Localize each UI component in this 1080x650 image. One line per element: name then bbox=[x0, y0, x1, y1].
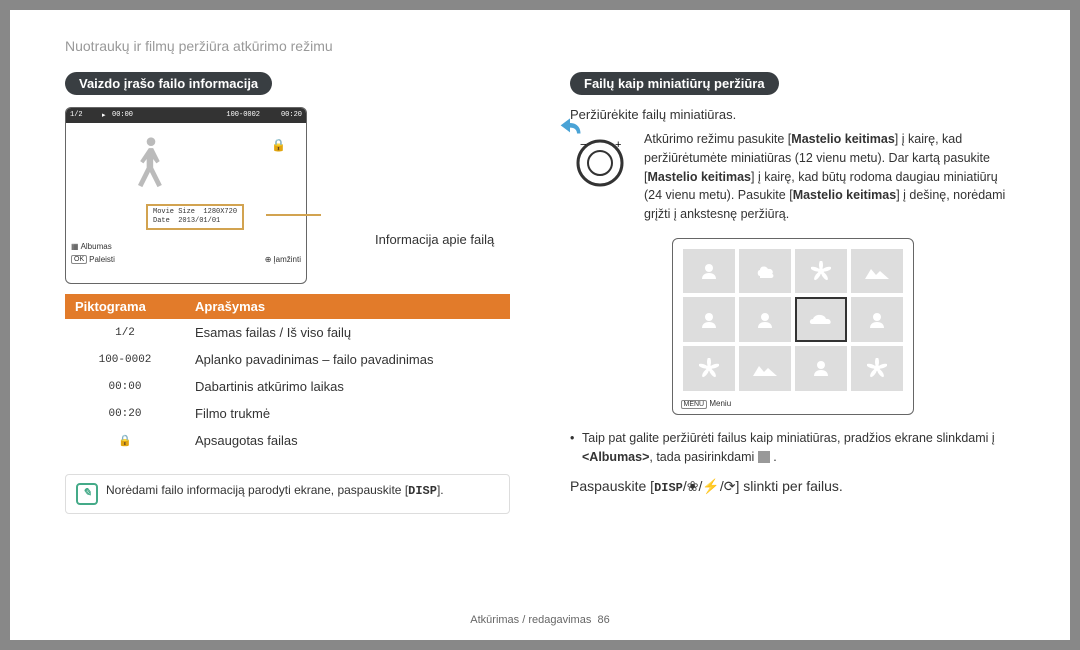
thumbnail[interactable] bbox=[739, 346, 791, 391]
thumbnail[interactable] bbox=[795, 346, 847, 391]
intro-text: Peržiūrėkite failų miniatiūras. bbox=[570, 107, 1015, 122]
scroll-instruction: Paspauskite [DISP/❀/⚡/⟳] slinkti per fai… bbox=[570, 478, 1015, 495]
icon-description-table: PiktogramaAprašymas 1/2Esamas failas / I… bbox=[65, 294, 510, 454]
thumbnail-selected[interactable] bbox=[795, 297, 847, 342]
zoom-icon: ⊕ bbox=[265, 255, 272, 264]
macro-icon: ❀ bbox=[687, 478, 699, 494]
table-header-icon: Piktograma bbox=[65, 294, 185, 319]
thumbnail-grid-screen: MENU Meniu bbox=[672, 238, 914, 415]
duration: 00:20 bbox=[281, 111, 302, 119]
menu-label: Meniu bbox=[709, 399, 731, 408]
grey-square-icon bbox=[758, 451, 770, 463]
callout-caption: Informacija apie failą bbox=[375, 232, 494, 247]
thumbnail[interactable] bbox=[683, 249, 735, 294]
left-column: Vaizdo įrašo failo informacija 1/2 ▸ 00:… bbox=[65, 72, 510, 514]
album-label: Albumas bbox=[81, 242, 112, 251]
dial-instruction: Atkūrimo režimu pasukite [Mastelio keiti… bbox=[644, 130, 1015, 224]
table-row: 00:20Filmo trukmė bbox=[65, 400, 510, 427]
table-row: 100-0002Aplanko pavadinimas – failo pava… bbox=[65, 346, 510, 373]
thumbnail[interactable] bbox=[795, 249, 847, 294]
folder-file-name: 100-0002 bbox=[226, 111, 260, 119]
thumbnail[interactable] bbox=[851, 249, 903, 294]
play-label: Paleisti bbox=[89, 255, 115, 264]
section-pill-video-info: Vaizdo įrašo failo informacija bbox=[65, 72, 272, 95]
playback-time: 00:00 bbox=[112, 111, 133, 119]
thumbnail[interactable] bbox=[683, 346, 735, 391]
rotate-arrow-icon bbox=[556, 116, 584, 144]
file-counter: 1/2 bbox=[70, 111, 83, 119]
thumbnail[interactable] bbox=[739, 249, 791, 294]
callout-line bbox=[266, 214, 321, 216]
menu-button[interactable]: MENU bbox=[681, 400, 708, 409]
right-column: Failų kaip miniatiūrų peržiūra Peržiūrėk… bbox=[570, 72, 1015, 514]
thumbnail[interactable] bbox=[739, 297, 791, 342]
file-info-overlay: Movie Size 1280X720 Date 2013/01/01 bbox=[146, 204, 244, 230]
table-header-desc: Aprašymas bbox=[185, 294, 510, 319]
info-note: ✎ Norėdami failo informaciją parodyti ek… bbox=[65, 474, 510, 514]
zoom-dial-icon: −+ bbox=[570, 130, 630, 190]
album-icon: ▦ bbox=[71, 242, 79, 251]
tip-bullet: Taip pat galite peržiūrėti failus kaip m… bbox=[570, 429, 1015, 467]
dancer-silhouette-icon bbox=[126, 133, 176, 198]
lock-icon: 🔒 bbox=[271, 138, 286, 152]
thumbnail[interactable] bbox=[851, 346, 903, 391]
zoom-label: Įamžinti bbox=[273, 255, 301, 264]
table-row: 🔒Apsaugotas failas bbox=[65, 427, 510, 454]
thumbnail[interactable] bbox=[683, 297, 735, 342]
thumbnail[interactable] bbox=[851, 297, 903, 342]
manual-page: Nuotraukų ir filmų peržiūra atkūrimo rež… bbox=[10, 10, 1070, 640]
disp-button: DISP bbox=[408, 484, 437, 498]
camera-screen-preview: 1/2 ▸ 00:00 100-0002 00:20 🔒 Movie Size … bbox=[65, 107, 307, 284]
disp-button: DISP bbox=[654, 481, 683, 495]
timer-icon: ⟳ bbox=[724, 478, 736, 494]
info-note-icon: ✎ bbox=[76, 483, 98, 505]
ok-button[interactable]: OK bbox=[71, 255, 87, 264]
page-footer: Atkūrimas / redagavimas 86 bbox=[10, 614, 1070, 626]
table-row: 00:00Dabartinis atkūrimo laikas bbox=[65, 373, 510, 400]
page-number: 86 bbox=[597, 614, 609, 626]
flash-icon: ⚡ bbox=[702, 478, 719, 494]
section-pill-thumbnails: Failų kaip miniatiūrų peržiūra bbox=[570, 72, 779, 95]
breadcrumb: Nuotraukų ir filmų peržiūra atkūrimo rež… bbox=[65, 38, 1015, 54]
svg-text:+: + bbox=[615, 139, 621, 151]
table-row: 1/2Esamas failas / Iš viso failų bbox=[65, 319, 510, 346]
